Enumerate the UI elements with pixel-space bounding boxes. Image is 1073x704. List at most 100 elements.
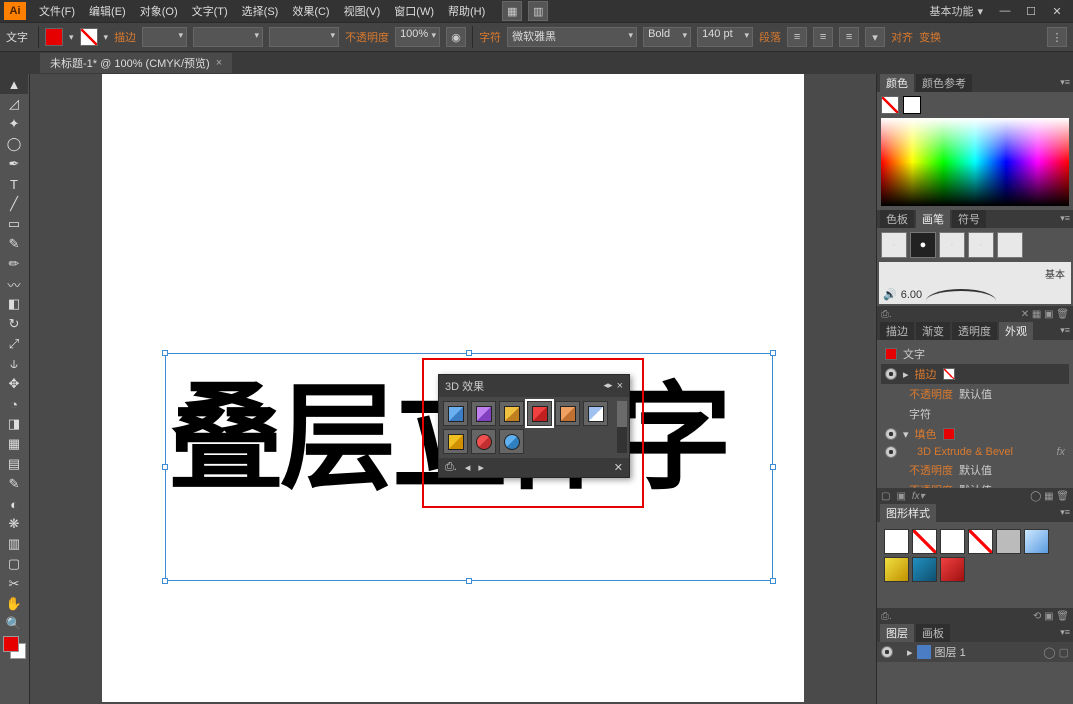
panel-3d-lib-icon[interactable]: ⎙. — [445, 461, 457, 474]
brush-panel-menu-icon[interactable]: ▾≡ — [1060, 213, 1070, 224]
appearance-panel-menu-icon[interactable]: ▾≡ — [1060, 325, 1070, 336]
gs-preset-5[interactable] — [996, 529, 1021, 554]
graphic-styles-menu-icon[interactable]: ▾≡ — [1060, 507, 1070, 518]
options-more-icon[interactable]: ⋮ — [1047, 27, 1067, 47]
appearance-opacity-row-3[interactable]: 不透明度 默认值 — [881, 480, 1069, 488]
appearance-type-row[interactable]: 文字 — [881, 344, 1069, 364]
paintbrush-tool[interactable]: ✎ — [0, 234, 28, 254]
selection-tool[interactable]: ▲ — [0, 74, 28, 94]
gs-preset-2[interactable] — [912, 529, 937, 554]
tab-color[interactable]: 颜色 — [880, 74, 914, 92]
canvas[interactable]: 叠层立体字 3D 效果 ◂▸ × — [30, 74, 876, 704]
gs-preset-9[interactable] — [940, 557, 965, 582]
panel-3d-header[interactable]: 3D 效果 ◂▸ × — [439, 375, 629, 397]
stroke-swatch[interactable] — [80, 28, 98, 46]
slice-tool[interactable]: ✂ — [0, 574, 28, 594]
gs-preset-6[interactable] — [1024, 529, 1049, 554]
panel-3d-effects[interactable]: 3D 效果 ◂▸ × ⎙. ◂ ▸ — [438, 374, 630, 478]
brush-size-value[interactable]: 6.00 — [901, 289, 922, 301]
visibility-icon[interactable] — [881, 646, 893, 658]
shape-builder-tool[interactable]: ◔ — [0, 394, 28, 414]
stroke-label[interactable]: 描边 — [114, 29, 136, 45]
gradient-tool[interactable]: ▤ — [0, 454, 28, 474]
gs-preset-3[interactable] — [940, 529, 965, 554]
rectangle-tool[interactable]: ▭ — [0, 214, 28, 234]
close-tab-icon[interactable]: × — [216, 57, 222, 69]
color-panel-menu-icon[interactable]: ▾≡ — [1060, 77, 1070, 88]
menu-window[interactable]: 窗口(W) — [387, 3, 441, 19]
panel-3d-next-icon[interactable]: ▸ — [478, 461, 484, 474]
graph-tool[interactable]: ▥ — [0, 534, 28, 554]
brush-preset-2[interactable]: ● — [910, 232, 936, 258]
tab-symbols[interactable]: 符号 — [952, 210, 986, 228]
hand-tool[interactable]: ✋ — [0, 594, 28, 614]
visibility-icon[interactable] — [885, 428, 897, 440]
artboard-tool[interactable]: ▢ — [0, 554, 28, 574]
new-fill-icon[interactable]: ▣ — [896, 491, 905, 502]
menu-select[interactable]: 选择(S) — [235, 3, 286, 19]
pencil-tool[interactable]: ✏ — [0, 254, 28, 274]
menu-help[interactable]: 帮助(H) — [441, 3, 492, 19]
menu-type[interactable]: 文字(T) — [185, 3, 235, 19]
fill-swatch[interactable] — [45, 28, 63, 46]
brush-opt-icon[interactable]: ✕ ▦ ▣ 🗑 — [1021, 309, 1069, 320]
panel-3d-prev-icon[interactable]: ◂ — [465, 461, 471, 474]
visibility-icon[interactable] — [885, 368, 897, 380]
tab-transparency[interactable]: 透明度 — [952, 322, 997, 340]
magic-wand-tool[interactable]: ✦ — [0, 114, 28, 134]
paragraph-label[interactable]: 段落 — [759, 29, 781, 45]
tab-brushes[interactable]: 画笔 — [916, 210, 950, 228]
preset-scrollbar[interactable] — [617, 401, 627, 453]
preset-7[interactable] — [443, 429, 468, 454]
gs-lib-icon[interactable]: ⎙. — [881, 611, 892, 622]
menu-view[interactable]: 视图(V) — [337, 3, 388, 19]
layer-row[interactable]: ▸ 图层 1 ◯ ▢ — [877, 642, 1073, 662]
preset-9[interactable] — [499, 429, 524, 454]
appearance-char-row[interactable]: 字符 — [881, 404, 1069, 424]
appearance-stroke-row[interactable]: ▸ 描边 — [881, 364, 1069, 384]
align-menu-icon[interactable]: ▾ — [865, 27, 885, 47]
new-stroke-icon[interactable]: ▢ — [881, 491, 890, 502]
appearance-3d-row[interactable]: 3D Extrude & Bevel fx — [881, 444, 1069, 460]
align-left-icon[interactable]: ≡ — [787, 27, 807, 47]
preset-6[interactable] — [583, 401, 608, 426]
document-tab[interactable]: 未标题-1* @ 100% (CMYK/预览) × — [40, 53, 232, 73]
tab-stroke[interactable]: 描边 — [880, 322, 914, 340]
width-tool[interactable]: ⫝ — [0, 354, 28, 374]
menu-edit[interactable]: 编辑(E) — [82, 3, 133, 19]
layer-target-icon[interactable]: ◯ ▢ — [1043, 646, 1069, 659]
pen-tool[interactable]: ✒ — [0, 154, 28, 174]
stroke-profile[interactable] — [193, 27, 263, 47]
brush-basic-strip[interactable]: 基本 — [879, 262, 1071, 285]
menu-object[interactable]: 对象(O) — [133, 3, 185, 19]
close-button[interactable]: ✕ — [1045, 2, 1069, 20]
preset-4[interactable] — [527, 401, 552, 426]
char-label[interactable]: 字符 — [479, 29, 501, 45]
brush-preset-4[interactable]: · — [968, 232, 994, 258]
menu-file[interactable]: 文件(F) — [32, 3, 82, 19]
panel-3d-break-icon[interactable]: ✕ — [614, 461, 623, 474]
gs-preset-7[interactable] — [884, 557, 909, 582]
mesh-tool[interactable]: ▦ — [0, 434, 28, 454]
font-family[interactable]: 微软雅黑 — [507, 27, 637, 47]
scale-tool[interactable]: ⤢ — [0, 334, 28, 354]
tab-swatches[interactable]: 色板 — [880, 210, 914, 228]
eyedropper-tool[interactable]: ✎ — [0, 474, 28, 494]
align-center-icon[interactable]: ≡ — [813, 27, 833, 47]
fill-stroke-colors[interactable] — [0, 636, 29, 662]
symbol-sprayer-tool[interactable]: ❋ — [0, 514, 28, 534]
gs-preset-4[interactable] — [968, 529, 993, 554]
tab-graphic-styles[interactable]: 图形样式 — [880, 504, 936, 522]
preset-3[interactable] — [499, 401, 524, 426]
maximize-button[interactable]: ☐ — [1019, 2, 1043, 20]
expand-icon[interactable]: ▸ — [907, 646, 913, 659]
recolor-icon[interactable]: ◉ — [446, 27, 466, 47]
menu-effect[interactable]: 效果(C) — [285, 3, 336, 19]
lasso-tool[interactable]: ◯ — [0, 134, 28, 154]
brush-preset-1[interactable]: · — [881, 232, 907, 258]
rotate-tool[interactable]: ↻ — [0, 314, 28, 334]
appearance-fill-row[interactable]: ▾ 填色 — [881, 424, 1069, 444]
align-right-icon[interactable]: ≡ — [839, 27, 859, 47]
brush-lib-icon[interactable]: ⎙. — [881, 309, 892, 320]
perspective-tool[interactable]: ◨ — [0, 414, 28, 434]
